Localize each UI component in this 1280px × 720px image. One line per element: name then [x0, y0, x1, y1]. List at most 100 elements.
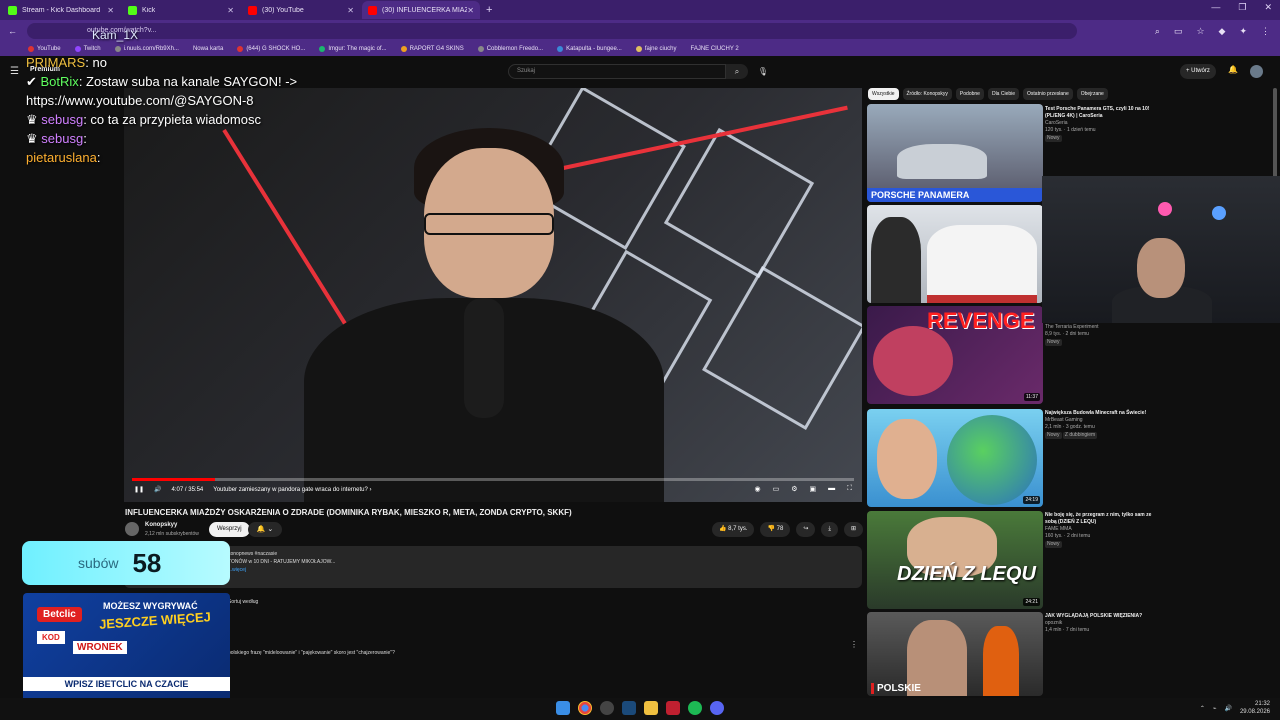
cast-icon[interactable]: ▭ — [1174, 26, 1183, 37]
menu-icon[interactable]: ⋮ — [1261, 26, 1270, 37]
sort-comments[interactable]: Sortuj według — [228, 599, 258, 605]
volume-icon[interactable]: 🔊 — [154, 486, 161, 493]
avatar[interactable] — [1250, 65, 1263, 78]
fullscreen-icon[interactable]: ⛶ — [847, 485, 852, 493]
recommendation-thumbnail[interactable]: DZIEŃ Z LEQU 24:21 — [867, 511, 1043, 609]
discord-icon[interactable] — [710, 701, 724, 715]
recommendation-info[interactable]: Nie boję się, że przegram z nim, tylko s… — [1045, 512, 1155, 548]
search-input[interactable]: Szukaj — [508, 64, 726, 79]
spotify-icon[interactable] — [688, 701, 702, 715]
recommendation-thumbnail[interactable] — [867, 205, 1043, 303]
extension-icon[interactable]: ◆ — [1219, 26, 1226, 37]
bookmark-item[interactable]: Katapulta - bungee... — [557, 46, 622, 52]
puzzle-icon[interactable]: ✦ — [1239, 26, 1247, 37]
theater-icon[interactable]: ▬ — [828, 485, 835, 493]
scrollbar[interactable] — [1273, 88, 1277, 178]
chip-recent[interactable]: Ostatnio przesłane — [1023, 88, 1073, 100]
settings-icon[interactable]: ⚙ — [791, 485, 797, 493]
bookmark-item[interactable]: Imgur: The magic of... — [319, 46, 387, 52]
dislike-button[interactable]: 👎 78 — [760, 522, 791, 537]
chapter-title[interactable]: Youtuber zamieszany w pandora gate wraca… — [213, 487, 371, 493]
chip-watched[interactable]: Obejrzane — [1076, 88, 1108, 100]
rec-channel: opoznik — [1045, 620, 1063, 626]
recommendation-info[interactable]: Test Porsche Panamera GTS, czyli 10 na 1… — [1045, 106, 1155, 142]
ad-headline: MOŻESZ WYGRYWAĆ — [103, 601, 198, 611]
description-box[interactable]: konopnews #naczasie TONÓW w 10 DNI - RAT… — [124, 546, 862, 588]
recommendation-thumbnail[interactable]: 24:19 — [867, 409, 1043, 507]
chip-similar[interactable]: Podobne — [955, 88, 984, 100]
rec-channel: MrBeast Gaming — [1045, 417, 1083, 423]
steam-icon[interactable] — [622, 701, 636, 715]
volume-icon[interactable]: 🔊 — [1224, 705, 1231, 712]
tab-youtube[interactable]: (30) YouTube ✕ — [242, 1, 360, 19]
bookmark-item[interactable]: RAPORT G4 SKINS — [400, 46, 464, 52]
chip-for-you[interactable]: Dla Ciebie — [987, 88, 1020, 100]
new-badge: Nowy — [1045, 541, 1062, 548]
close-icon[interactable]: ✕ — [347, 6, 354, 15]
folder-icon[interactable] — [644, 701, 658, 715]
recommendation-info[interactable]: JAK WYGLĄDAJĄ POLSKIE WIĘZIENIA? opoznik… — [1045, 613, 1155, 634]
maximize-icon[interactable]: ❐ — [1238, 2, 1246, 13]
chevron-up-icon[interactable]: ⌃ — [1200, 705, 1205, 712]
comment-menu-icon[interactable]: ⋮ — [850, 640, 858, 649]
search-button[interactable]: ⌕ — [726, 64, 748, 79]
recommendation-thumbnail[interactable]: REVENGE 11:37 — [867, 306, 1043, 404]
recommendation-info[interactable]: The Terraria Experiment 8,9 tys. · 2 dni… — [1045, 324, 1155, 346]
bookmark-item[interactable]: Nowa karta — [193, 46, 223, 52]
clock-date: 29.08.2026 — [1239, 709, 1270, 715]
chip-all[interactable]: Wszystkie — [868, 88, 899, 100]
close-window-icon[interactable]: ✕ — [1264, 2, 1272, 13]
close-icon[interactable]: ✕ — [107, 6, 114, 15]
description-more-link[interactable]: ...więcej — [228, 566, 758, 574]
minimize-icon[interactable]: — — [1211, 2, 1220, 13]
bookmark-item[interactable]: i.nuuls.com/Rb9Xh... — [114, 46, 179, 52]
bookmark-item[interactable]: (644) G SHOCK HO... — [237, 46, 305, 52]
bookmark-label: Nowa karta — [192, 46, 224, 52]
bookmark-item[interactable]: fajne ciuchy — [635, 46, 677, 52]
back-icon[interactable]: ← — [8, 26, 17, 36]
hamburger-menu-icon[interactable]: ☰ — [10, 66, 19, 77]
network-icon[interactable]: ⌁ — [1213, 705, 1217, 712]
create-button[interactable]: + Utwórz — [1180, 64, 1216, 79]
tab-kick[interactable]: Kick ✕ — [122, 1, 240, 19]
save-icon[interactable]: ⊞ — [844, 522, 864, 537]
share-icon[interactable]: ↪ — [796, 522, 816, 537]
close-icon[interactable]: ✕ — [227, 6, 234, 15]
start-icon[interactable] — [556, 701, 570, 715]
join-button[interactable]: Wesprzyj — [209, 522, 250, 537]
subscribed-bell-button[interactable]: 🔔 ⌄ — [248, 522, 282, 537]
bookmark-item[interactable]: Cobblemon Freedo... — [477, 46, 543, 52]
pause-icon[interactable]: ❚❚ — [134, 486, 144, 493]
chrome-icon[interactable] — [578, 701, 592, 715]
download-icon[interactable]: ⤓ — [821, 522, 838, 537]
channel-name[interactable]: Konopskyy — [145, 522, 177, 528]
chip-source[interactable]: Źródło: Konopskyy — [902, 88, 952, 100]
tab-kick-dashboard[interactable]: Stream - Kick Dashboard ✕ — [2, 1, 120, 19]
obs-icon[interactable] — [600, 701, 614, 715]
microphone-icon[interactable]: 🎙 — [756, 64, 770, 79]
recommendation-thumbnail[interactable]: PORSCHE PANAMERA — [867, 104, 1043, 202]
like-button[interactable]: 👍 8,7 tys. — [712, 522, 755, 537]
url-field[interactable]: outube.com/watch?v... — [27, 23, 1077, 39]
star-icon[interactable]: ☆ — [1196, 26, 1204, 37]
bookmark-item[interactable]: FAJNE CIUCHY 2 — [691, 46, 739, 52]
bookmark-item[interactable]: Twitch — [74, 46, 101, 52]
clock[interactable]: 21:32 29.08.2026 — [1240, 700, 1270, 716]
channel-avatar[interactable] — [125, 522, 139, 536]
recommendation-thumbnail[interactable]: POLSKIE — [867, 612, 1043, 696]
notifications-icon[interactable]: 🔔 — [1228, 65, 1238, 74]
recommendation-info[interactable]: Największa Budowla Minecraft na Świecie!… — [1045, 410, 1155, 439]
new-tab-button[interactable]: + — [486, 4, 492, 16]
zoom-icon[interactable]: ⌕ — [1155, 26, 1160, 37]
tab-label: (30) YouTube — [262, 6, 304, 14]
app-icon[interactable] — [666, 701, 680, 715]
video-actions: 👍 8,7 tys. 👎 78 ↪ ⤓ ⊞ ⋯ — [712, 522, 890, 537]
tab-video[interactable]: (30) INFLUENCERKA MIAŻDŻ✕ — [362, 1, 480, 19]
autoplay-icon[interactable]: ◉ — [754, 485, 760, 493]
subtitles-icon[interactable]: ▭ — [773, 485, 780, 493]
close-icon[interactable]: ✕ — [467, 6, 474, 15]
streamer-name: Kam_1X — [92, 28, 139, 42]
progress-bar[interactable] — [132, 478, 854, 481]
bookmark-item[interactable]: YouTube — [28, 46, 61, 52]
miniplayer-icon[interactable]: ▣ — [809, 485, 816, 493]
